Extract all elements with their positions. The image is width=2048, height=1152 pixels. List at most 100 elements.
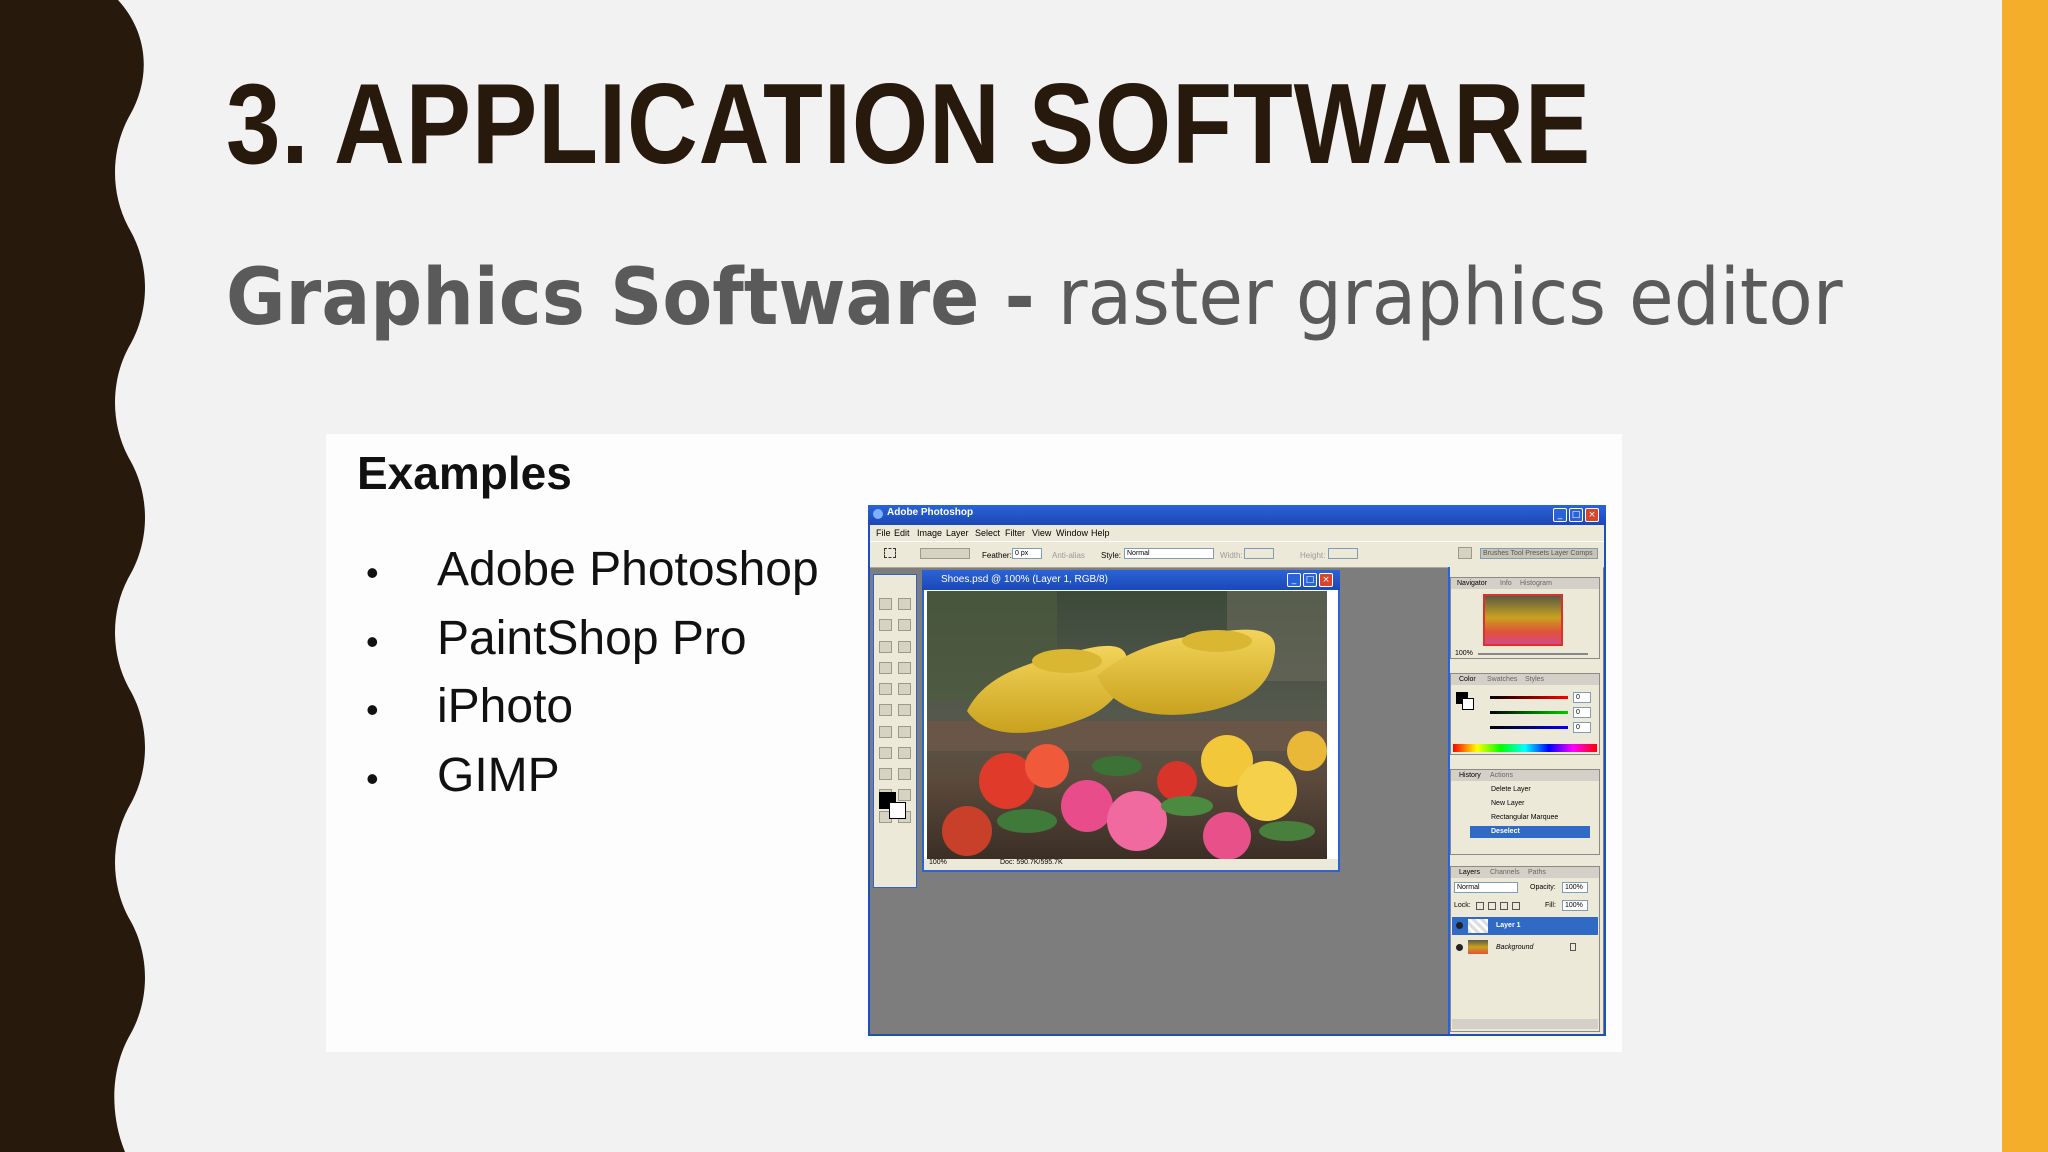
tab-layers[interactable]: Layers bbox=[1459, 869, 1480, 876]
doc-maximize-icon[interactable]: □ bbox=[1303, 573, 1317, 587]
menu-edit[interactable]: Edit bbox=[894, 528, 910, 538]
red-value[interactable]: 0 bbox=[1573, 692, 1591, 703]
layer-name[interactable]: Layer 1 bbox=[1496, 922, 1521, 929]
color-background-swatch[interactable] bbox=[1462, 698, 1474, 710]
doc-minimize-icon[interactable]: _ bbox=[1287, 573, 1301, 587]
lock-brush-icon[interactable] bbox=[1488, 902, 1496, 910]
subtitle-rest: raster graphics editor bbox=[1034, 253, 1843, 343]
doc-close-icon[interactable]: × bbox=[1319, 573, 1333, 587]
document-size: Doc: 590.7K/595.7K bbox=[1000, 859, 1063, 866]
lock-all-icon[interactable] bbox=[1512, 902, 1520, 910]
layers-footer-buttons[interactable] bbox=[1452, 1019, 1598, 1029]
layer-lock-icon bbox=[1570, 943, 1576, 951]
menu-layer[interactable]: Layer bbox=[946, 528, 969, 538]
blue-value[interactable]: 0 bbox=[1573, 722, 1591, 733]
photoshop-window-title: Adobe Photoshop bbox=[887, 507, 974, 518]
opacity-label: Opacity: bbox=[1530, 884, 1556, 891]
tool-icon[interactable] bbox=[879, 704, 892, 717]
selection-mode-buttons[interactable] bbox=[920, 548, 970, 559]
example-item-iphoto: iPhoto bbox=[437, 680, 574, 733]
tab-paths[interactable]: Paths bbox=[1528, 869, 1546, 876]
tab-swatches[interactable]: Swatches bbox=[1487, 676, 1517, 683]
menu-help[interactable]: Help bbox=[1091, 528, 1110, 538]
tool-icon[interactable] bbox=[879, 640, 892, 653]
marquee-tool-icon[interactable] bbox=[884, 548, 896, 558]
navigator-thumbnail[interactable] bbox=[1483, 594, 1563, 646]
layer-visibility-icon[interactable] bbox=[1456, 944, 1463, 951]
document-zoom[interactable]: 100% bbox=[929, 859, 947, 866]
history-step[interactable]: Rectangular Marquee bbox=[1491, 814, 1558, 821]
feather-label: Feather: bbox=[982, 551, 1012, 560]
tool-icon[interactable] bbox=[898, 768, 911, 781]
tool-icon[interactable] bbox=[879, 661, 892, 674]
minimize-icon[interactable]: _ bbox=[1553, 508, 1567, 522]
tool-icon[interactable] bbox=[898, 640, 911, 653]
navigator-zoom[interactable]: 100% bbox=[1455, 650, 1473, 657]
tool-icon[interactable] bbox=[898, 789, 911, 802]
menu-window[interactable]: Window bbox=[1056, 528, 1088, 538]
example-item-photoshop: Adobe Photoshop bbox=[437, 543, 819, 596]
red-slider[interactable] bbox=[1490, 696, 1568, 699]
history-step[interactable]: Delete Layer bbox=[1491, 786, 1531, 793]
photoshop-app-icon bbox=[873, 509, 883, 519]
green-value[interactable]: 0 bbox=[1573, 707, 1591, 718]
tool-icon[interactable] bbox=[898, 725, 911, 738]
history-step[interactable]: New Layer bbox=[1491, 800, 1524, 807]
tab-actions[interactable]: Actions bbox=[1490, 772, 1513, 779]
feather-input[interactable]: 0 px bbox=[1012, 548, 1042, 559]
menu-file[interactable]: File bbox=[876, 528, 891, 538]
tab-info[interactable]: Info bbox=[1500, 580, 1512, 587]
examples-heading: Examples bbox=[357, 447, 572, 499]
bullet-marker: • bbox=[366, 758, 379, 799]
tool-icon[interactable] bbox=[879, 725, 892, 738]
tab-histogram[interactable]: Histogram bbox=[1520, 580, 1552, 587]
slide-subtitle: Graphics Software - raster graphics edit… bbox=[226, 248, 1843, 348]
close-icon[interactable]: × bbox=[1585, 508, 1599, 522]
tool-icon[interactable] bbox=[879, 619, 892, 632]
lock-transparency-icon[interactable] bbox=[1476, 902, 1484, 910]
shoes-photo bbox=[927, 591, 1327, 860]
menu-filter[interactable]: Filter bbox=[1005, 528, 1025, 538]
style-select[interactable]: Normal bbox=[1124, 548, 1214, 559]
maximize-icon[interactable]: □ bbox=[1569, 508, 1583, 522]
green-slider[interactable] bbox=[1490, 711, 1568, 714]
color-ramp[interactable] bbox=[1453, 744, 1597, 752]
menu-select[interactable]: Select bbox=[975, 528, 1000, 538]
tool-icon[interactable] bbox=[879, 683, 892, 696]
tool-icon[interactable] bbox=[879, 768, 892, 781]
height-input[interactable] bbox=[1328, 548, 1358, 559]
blue-slider[interactable] bbox=[1490, 726, 1568, 729]
layer-visibility-icon[interactable] bbox=[1456, 922, 1463, 929]
lock-move-icon[interactable] bbox=[1500, 902, 1508, 910]
style-label: Style: bbox=[1101, 551, 1122, 560]
tool-icon[interactable] bbox=[898, 661, 911, 674]
tool-icon[interactable] bbox=[898, 704, 911, 717]
bullet-marker: • bbox=[366, 689, 379, 730]
background-color-swatch[interactable] bbox=[889, 802, 906, 819]
tab-color[interactable]: Color bbox=[1459, 676, 1476, 683]
fill-input[interactable]: 100% bbox=[1562, 900, 1588, 911]
history-step-selected[interactable]: Deselect bbox=[1491, 828, 1520, 835]
tab-styles[interactable]: Styles bbox=[1525, 676, 1544, 683]
accent-bar bbox=[2002, 0, 2048, 1152]
blend-mode-select[interactable]: Normal bbox=[1454, 882, 1518, 893]
width-input[interactable] bbox=[1244, 548, 1274, 559]
antialias-checkbox[interactable]: Anti-alias bbox=[1052, 551, 1085, 560]
opacity-input[interactable]: 100% bbox=[1562, 882, 1588, 893]
tab-history[interactable]: History bbox=[1459, 772, 1481, 779]
tool-icon[interactable] bbox=[898, 746, 911, 759]
palette-well-icon[interactable] bbox=[1458, 547, 1472, 559]
tool-icon[interactable] bbox=[898, 619, 911, 632]
menu-image[interactable]: Image bbox=[917, 528, 942, 538]
tab-navigator[interactable]: Navigator bbox=[1457, 580, 1487, 587]
menu-view[interactable]: View bbox=[1032, 528, 1051, 538]
tool-icon[interactable] bbox=[898, 598, 911, 610]
layer-name[interactable]: Background bbox=[1496, 944, 1533, 951]
tool-icon[interactable] bbox=[898, 683, 911, 696]
history-selected-row[interactable] bbox=[1470, 826, 1590, 838]
navigator-zoom-slider[interactable] bbox=[1478, 653, 1588, 655]
tab-channels[interactable]: Channels bbox=[1490, 869, 1520, 876]
tool-icon[interactable] bbox=[879, 746, 892, 759]
tool-icon[interactable] bbox=[879, 598, 892, 610]
palette-well[interactable]: Brushes Tool Presets Layer Comps bbox=[1480, 548, 1598, 559]
